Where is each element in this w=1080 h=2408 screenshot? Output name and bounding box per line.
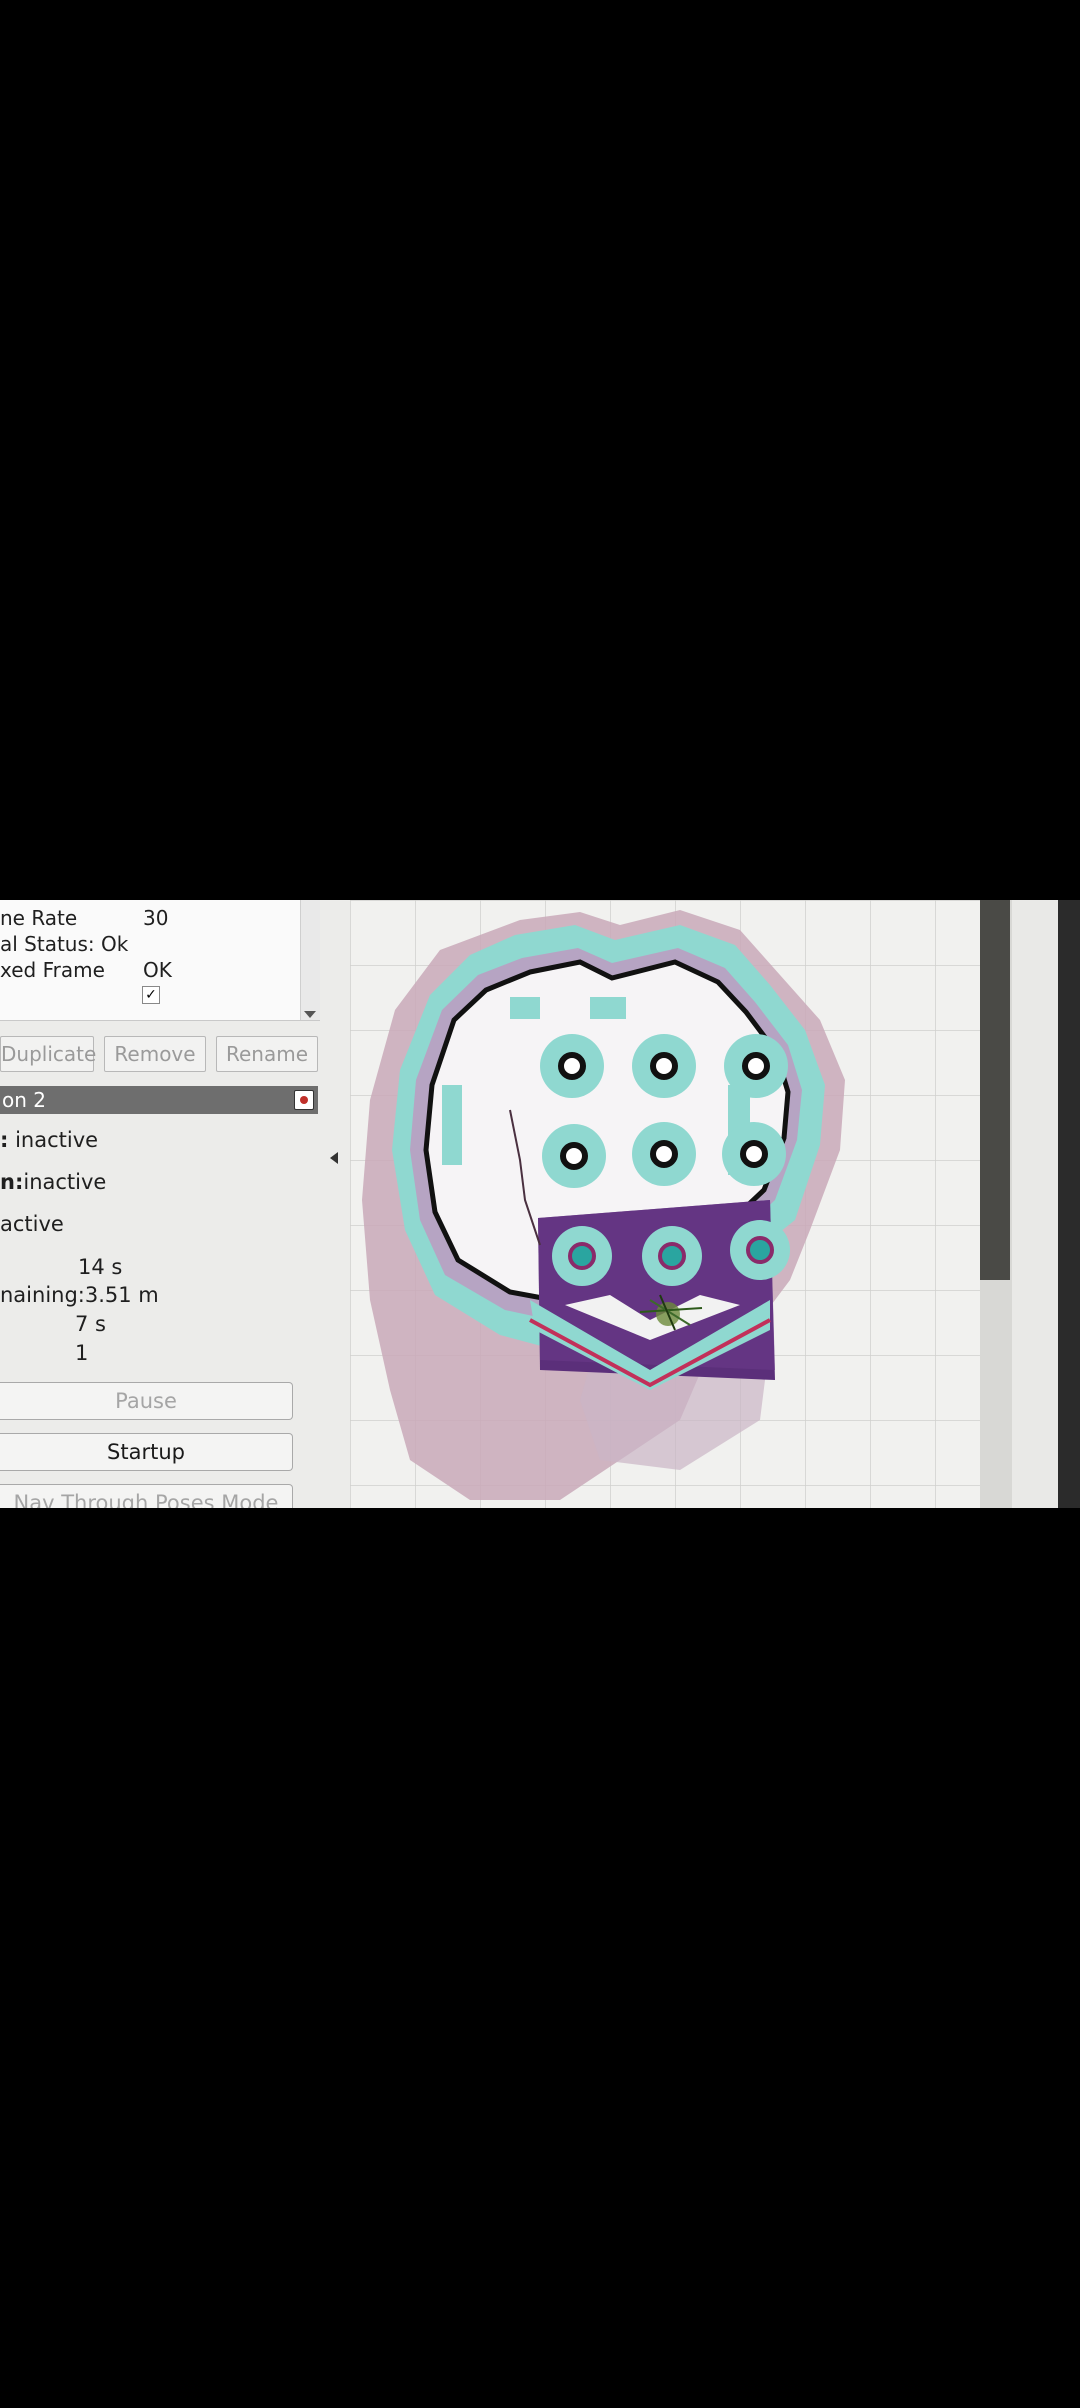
prop-label-fixed-frame: xed Frame <box>0 958 105 982</box>
close-icon[interactable] <box>294 1090 314 1110</box>
eta-time: 7 s <box>75 1312 106 1336</box>
monitor-edge-dark <box>980 900 1010 1280</box>
prop-label-frame-rate: ne Rate <box>0 906 78 930</box>
panel-title: on 2 <box>2 1088 46 1112</box>
obstacle-left <box>442 1085 462 1165</box>
costmap-render <box>350 900 1010 1508</box>
pause-button[interactable]: Pause <box>0 1382 293 1420</box>
nav-through-poses-button[interactable]: Nav Through Poses Mode <box>0 1484 293 1508</box>
localization-status: n:inactive <box>0 1170 107 1194</box>
obstacle-top-1 <box>590 997 626 1019</box>
screen-photo: ne Rate 30 al Status: Ok xed Frame OK ✓ … <box>0 900 1080 1508</box>
prop-label-global-status: al Status: Ok <box>0 932 129 956</box>
rename-button[interactable]: Rename <box>216 1036 318 1072</box>
display-properties-list[interactable]: ne Rate 30 al Status: Ok xed Frame OK ✓ <box>0 900 320 1021</box>
prop-value-fixed-frame: OK <box>143 958 172 982</box>
startup-button[interactable]: Startup <box>0 1433 293 1471</box>
scroll-down-icon[interactable] <box>304 1011 316 1018</box>
prop-value-frame-rate[interactable]: 30 <box>143 906 168 930</box>
obstacle-top-2 <box>510 997 540 1019</box>
collapse-panel-icon[interactable] <box>330 1152 338 1164</box>
recoveries-count: 1 <box>75 1341 89 1365</box>
duplicate-button[interactable]: Duplicate <box>0 1036 96 1072</box>
navigation-panel: ne Rate 30 al Status: Ok xed Frame OK ✓ … <box>0 900 350 1508</box>
feedback-status: active <box>0 1212 64 1236</box>
enable-checkbox[interactable]: ✓ <box>142 986 160 1004</box>
navigation-status: : inactive <box>0 1128 99 1152</box>
properties-scrollbar[interactable] <box>300 900 320 1020</box>
distance-remaining: naining:3.51 m <box>0 1283 159 1307</box>
map-view[interactable] <box>350 900 1010 1508</box>
panel-header: on 2 <box>0 1086 318 1114</box>
monitor-frame <box>1058 900 1080 1508</box>
elapsed-time: 14 s <box>78 1255 123 1279</box>
remove-button[interactable]: Remove <box>104 1036 206 1072</box>
